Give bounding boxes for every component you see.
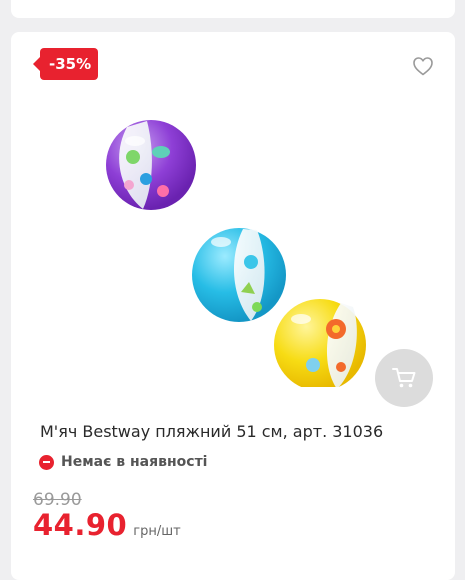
previous-product-card [11,0,455,18]
minus-circle-icon [39,454,54,470]
blue-beach-ball [192,228,286,322]
purple-beach-ball [106,120,196,210]
heart-icon [413,57,433,76]
stock-status: Немає в наявності [39,454,207,470]
favorite-button[interactable] [411,54,435,78]
price: 44.90 грн/шт [33,508,181,542]
old-price: 69.90 [33,490,82,510]
price-unit: грн/шт [133,524,181,539]
cart-icon [392,368,416,388]
add-to-cart-button[interactable] [375,349,433,407]
yellow-beach-ball [274,299,366,391]
current-price: 44.90 [33,508,128,542]
product-card[interactable]: -35% М'яч Bestway пляжний 51 см, арт. 31… [11,32,455,580]
stock-status-label: Немає в наявності [61,454,208,470]
discount-badge: -35% [32,48,99,80]
product-image[interactable] [91,107,381,391]
product-title[interactable]: М'яч Bestway пляжний 51 см, арт. 31036 [40,422,383,441]
